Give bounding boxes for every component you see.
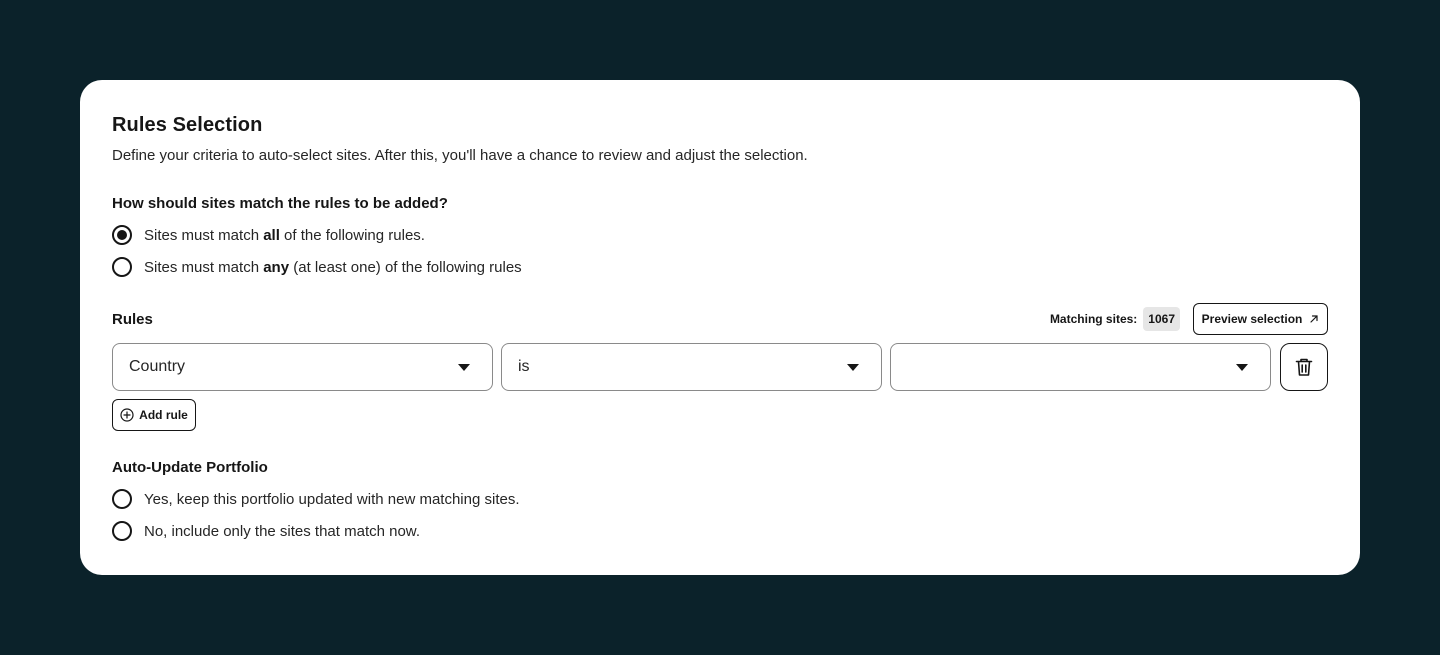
plus-circle-icon [120,408,134,422]
rule-operator-select[interactable]: is [501,343,882,391]
match-any-label: Sites must match any (at least one) of t… [144,258,522,276]
add-rule-button[interactable]: Add rule [112,399,196,431]
match-all-option[interactable]: Sites must match all of the following ru… [112,225,425,245]
match-all-radio[interactable] [112,225,132,245]
add-rule-label: Add rule [139,408,188,422]
preview-selection-button[interactable]: Preview selection [1193,303,1328,335]
match-any-option[interactable]: Sites must match any (at least one) of t… [112,257,522,277]
auto-update-yes-label: Yes, keep this portfolio updated with ne… [144,490,520,508]
auto-update-yes-radio[interactable] [112,489,132,509]
chevron-down-icon [458,363,470,371]
rules-heading: Rules [112,311,153,328]
rule-value-select[interactable] [890,343,1271,391]
match-any-radio[interactable] [112,257,132,277]
auto-update-yes-option[interactable]: Yes, keep this portfolio updated with ne… [112,489,520,509]
chevron-down-icon [847,363,859,371]
page-subtitle: Define your criteria to auto-select site… [112,147,808,164]
rules-selection-card: Rules Selection Define your criteria to … [80,80,1360,575]
auto-update-no-label: No, include only the sites that match no… [144,522,420,540]
matching-sites-count: 1067 [1143,307,1180,331]
auto-update-heading: Auto-Update Portfolio [112,459,268,476]
preview-selection-label: Preview selection [1201,312,1303,326]
rule-field-select[interactable]: Country [112,343,493,391]
matching-sites: Matching sites: 1067 [1050,307,1180,331]
trash-icon [1295,357,1313,377]
arrow-up-right-icon [1309,314,1319,324]
delete-rule-button[interactable] [1280,343,1328,391]
auto-update-no-radio[interactable] [112,521,132,541]
matching-sites-label: Matching sites: [1049,312,1138,326]
rule-field-value: Country [129,358,186,375]
page-title: Rules Selection [112,114,263,136]
rule-operator-value: is [518,358,530,375]
chevron-down-icon [1236,363,1248,371]
match-all-label: Sites must match all of the following ru… [144,226,425,244]
auto-update-no-option[interactable]: No, include only the sites that match no… [112,521,420,541]
match-mode-question: How should sites match the rules to be a… [112,195,448,212]
